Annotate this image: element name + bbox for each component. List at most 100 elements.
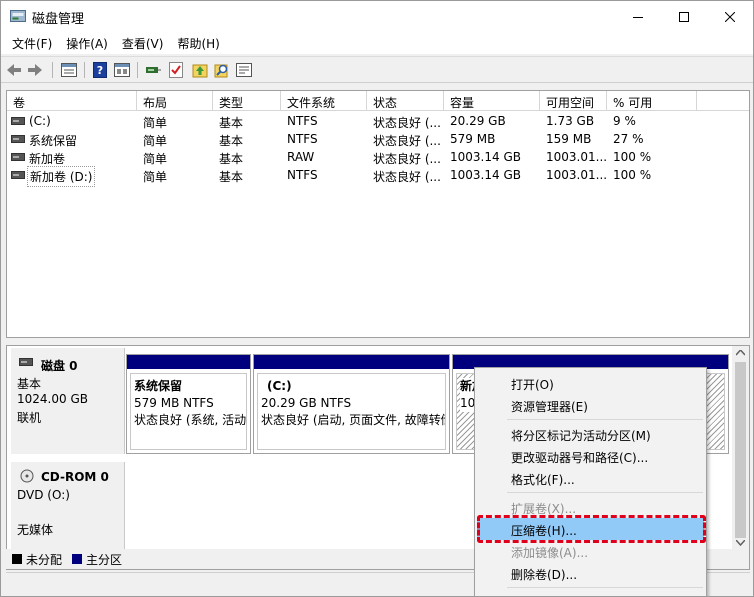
upload-button[interactable] (191, 61, 209, 79)
shrink-volume-annotation (477, 515, 706, 543)
drive-icon (11, 171, 25, 179)
partition-name: 系统保留 (134, 379, 183, 393)
cdrom-0-name: CD-ROM 0 (41, 470, 109, 484)
cell-volume: 新加卷 (29, 152, 66, 166)
menu-view[interactable]: 查看(V) (115, 32, 171, 54)
properties-icon (61, 63, 77, 77)
cell-status: 状态良好 (... (373, 134, 441, 148)
drive-icon (11, 153, 25, 161)
table-row[interactable]: (C:) 简单 基本 NTFS 状态良好 (... 20.29 GB 1.73 … (7, 112, 749, 130)
disk-0-type: 基本 (17, 377, 42, 391)
scrollbar-thumb[interactable] (735, 362, 746, 538)
partition-body: (C:) 20.29 GB NTFS 状态良好 (启动, 页面文件, 故障转储 (257, 373, 446, 450)
disk-0-name: 磁盘 0 (41, 359, 78, 373)
console-button[interactable] (235, 61, 253, 79)
column-header-capacity[interactable]: 容量 (444, 91, 540, 111)
properties-button[interactable] (60, 61, 78, 79)
connect-icon (146, 67, 161, 73)
check-button[interactable] (167, 61, 185, 79)
check-icon (169, 62, 183, 78)
menu-item-explorer[interactable]: 资源管理器(E) (477, 394, 704, 416)
partition-name: (C:) (267, 379, 292, 393)
toolbar: ? (1, 56, 753, 83)
table-row[interactable]: 系统保留 简单 基本 NTFS 状态良好 (... 579 MB 159 MB … (7, 130, 749, 148)
cell-layout: 简单 (143, 116, 168, 130)
disk-0-label[interactable]: 磁盘 0 基本 1024.00 GB 联机 (11, 348, 125, 454)
partition-system-reserved[interactable]: 系统保留 579 MB NTFS 状态良好 (系统, 活动 (126, 354, 251, 454)
maximize-icon (679, 11, 689, 22)
menu-item-change-drive-letter[interactable]: 更改驱动器号和路径(C)... (477, 445, 704, 467)
maximize-button[interactable] (661, 1, 707, 32)
menu-item-format[interactable]: 格式化(F)... (477, 467, 704, 489)
cdrom-icon (20, 469, 34, 483)
menu-item-mark-active[interactable]: 将分区标记为活动分区(M) (477, 423, 704, 445)
window-title: 磁盘管理 (32, 12, 85, 27)
cdrom-0-label[interactable]: CD-ROM 0 DVD (O:) 无媒体 (11, 462, 125, 550)
menu-bar: 文件(F) 操作(A) 查看(V) 帮助(H) (1, 32, 753, 54)
close-button[interactable] (707, 1, 753, 32)
forward-button[interactable] (26, 61, 44, 79)
cell-layout: 简单 (143, 134, 168, 148)
cell-type: 基本 (219, 134, 244, 148)
cell-capacity: 1003.14 GB (450, 168, 521, 182)
drive-icon (11, 117, 25, 125)
drive-icon (11, 135, 25, 143)
cell-status: 状态良好 (... (373, 152, 441, 166)
view-button[interactable] (113, 61, 131, 79)
partition-status: 状态良好 (系统, 活动 (134, 413, 247, 427)
disk-management-app-icon (10, 10, 26, 22)
cell-volume: 新加卷 (D:) (27, 166, 96, 187)
table-row[interactable]: 新加卷 简单 基本 RAW 状态良好 (... 1003.14 GB 1003.… (7, 148, 749, 166)
column-header-volume[interactable]: 卷 (7, 91, 137, 111)
partition-body: 系统保留 579 MB NTFS 状态良好 (系统, 活动 (130, 373, 247, 450)
help-button[interactable]: ? (91, 61, 109, 79)
partition-size: 579 MB NTFS (134, 396, 214, 410)
cell-type: 基本 (219, 116, 244, 130)
column-header-type[interactable]: 类型 (213, 91, 281, 111)
search-button[interactable] (213, 61, 231, 79)
upload-icon (192, 64, 208, 78)
console-icon (236, 63, 252, 77)
cell-layout: 简单 (143, 152, 168, 166)
cell-free-space: 1003.01... (546, 150, 608, 164)
column-header-filesystem[interactable]: 文件系统 (281, 91, 367, 111)
legend-primary-label: 主分区 (86, 552, 123, 567)
cell-status: 状态良好 (... (373, 116, 441, 130)
menu-item-delete-volume[interactable]: 删除卷(D)... (477, 562, 704, 584)
scroll-down-arrow-icon[interactable] (736, 540, 745, 546)
cell-type: 基本 (219, 152, 244, 166)
menu-help[interactable]: 帮助(H) (170, 32, 226, 54)
menu-item-open[interactable]: 打开(O) (477, 372, 704, 394)
menu-separator (507, 419, 703, 420)
scroll-up-arrow-icon[interactable] (736, 350, 745, 356)
cell-volume: 系统保留 (29, 134, 78, 148)
column-header-percent-free[interactable]: % 可用 (607, 91, 697, 111)
back-button[interactable] (5, 61, 23, 79)
close-icon (725, 11, 735, 22)
legend-unallocated-label: 未分配 (26, 552, 63, 567)
cell-filesystem: NTFS (287, 168, 318, 182)
column-header-status[interactable]: 状态 (367, 91, 444, 111)
menu-action[interactable]: 操作(A) (59, 32, 115, 54)
connect-button[interactable] (144, 61, 162, 79)
cell-capacity: 579 MB (450, 132, 496, 146)
volume-list: 卷 布局 类型 文件系统 状态 容量 可用空间 % 可用 (C:) 简单 基本 … (6, 90, 750, 338)
column-header-layout[interactable]: 布局 (137, 91, 213, 111)
menu-file[interactable]: 文件(F) (5, 32, 59, 54)
cell-free-space: 1.73 GB (546, 114, 595, 128)
cdrom-0-drive: DVD (O:) (17, 488, 70, 502)
toolbar-separator (84, 62, 85, 78)
partition-c[interactable]: (C:) 20.29 GB NTFS 状态良好 (启动, 页面文件, 故障转储 (253, 354, 450, 454)
cell-volume: (C:) (29, 114, 51, 128)
cell-capacity: 1003.14 GB (450, 150, 521, 164)
forward-arrow-icon (28, 64, 42, 76)
cell-type: 基本 (219, 170, 244, 184)
menu-separator (507, 587, 703, 588)
column-header-free-space[interactable]: 可用空间 (540, 91, 607, 111)
minimize-button[interactable] (615, 1, 661, 32)
search-icon (214, 64, 228, 78)
menu-item-add-mirror: 添加镜像(A)... (511, 546, 589, 560)
help-icon: ? (93, 62, 107, 78)
disk-map-scrollbar[interactable] (732, 346, 749, 569)
table-row[interactable]: 新加卷 (D:) 简单 基本 NTFS 状态良好 (... 1003.14 GB… (7, 166, 749, 187)
